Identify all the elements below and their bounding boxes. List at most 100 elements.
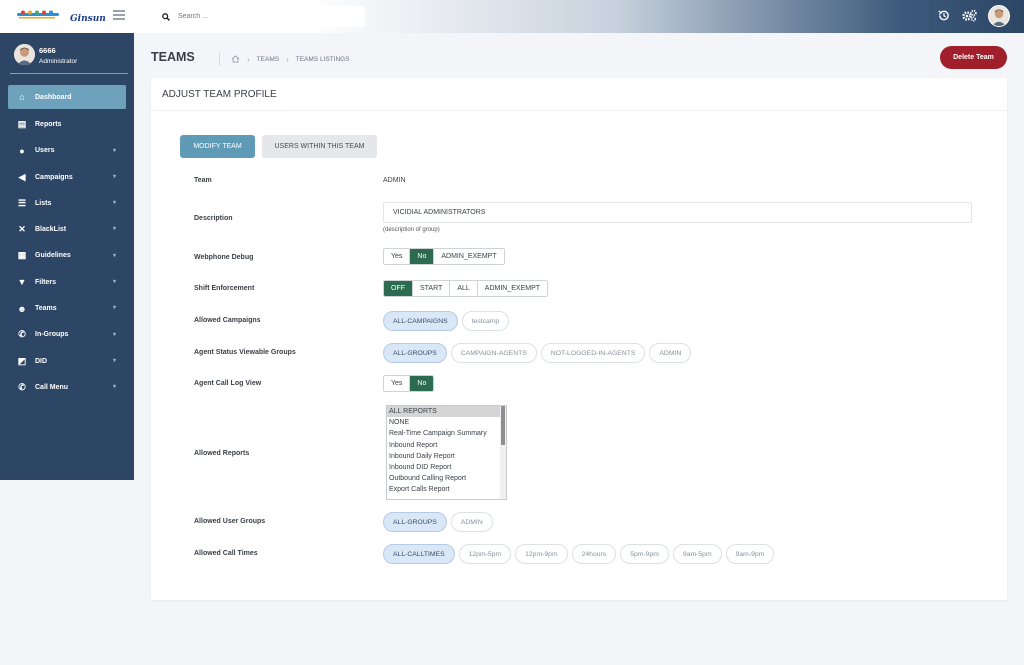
- campaign-pill-all-campaigns[interactable]: ALL-CAMPAIGNS: [383, 311, 458, 331]
- status-group-pill-all-groups[interactable]: ALL-GROUPS: [383, 343, 447, 363]
- sidebar-item-lists[interactable]: ☰ Lists ▾: [0, 190, 134, 216]
- phone-volume-icon: ✆: [18, 381, 26, 392]
- call-log-option-no[interactable]: No: [410, 376, 434, 391]
- search-bar[interactable]: [150, 6, 365, 27]
- call-time-pill-12pm-5pm[interactable]: 12pm-5pm: [458, 544, 512, 564]
- tab-users-within-team[interactable]: USERS WITHIN THIS TEAM: [262, 135, 377, 158]
- user-group-pill-all-groups[interactable]: ALL-GROUPS: [383, 512, 447, 532]
- call-time-pill-24hours[interactable]: 24hours: [571, 544, 617, 564]
- sidebar-item-dashboard[interactable]: ⌂ Dashboard: [8, 85, 126, 109]
- home-icon[interactable]: [231, 55, 240, 63]
- sidebar-item-campaigns[interactable]: ◀ Campaigns ▾: [0, 164, 134, 190]
- chevron-down-icon: ▾: [112, 357, 116, 364]
- user-role: Administrator: [39, 58, 78, 65]
- sidebar: 6666 Administrator ⌂ Dashboard ▤ Reports ● Us…: [0, 33, 134, 480]
- sidebar-item-blacklist[interactable]: ✕ BlackList ▾: [0, 216, 134, 242]
- history-icon[interactable]: [936, 9, 950, 23]
- description-field[interactable]: [383, 202, 972, 223]
- delete-team-button[interactable]: Delete Team: [940, 46, 1007, 69]
- report-option[interactable]: NONE: [387, 417, 500, 428]
- sidebar-item-label: Filters: [35, 278, 57, 286]
- sidebar-item-did[interactable]: ◩ DID ▾: [0, 348, 134, 374]
- status-group-pill-admin[interactable]: ADMIN: [649, 343, 692, 363]
- chevron-down-icon: ▾: [112, 384, 116, 391]
- chevron-down-icon: ▾: [112, 147, 116, 154]
- allowed-reports-label: Allowed Reports: [194, 450, 250, 457]
- breadcrumb-teams[interactable]: TEAMS: [257, 56, 279, 63]
- phone-slash-icon: ✕: [18, 224, 26, 235]
- webphone-debug-label: Webphone Debug: [194, 254, 254, 261]
- agent-status-groups-label: Agent Status Viewable Groups: [194, 349, 296, 356]
- sidebar-menu: ⌂ Dashboard ▤ Reports ● Users ▾ ◀ Campaigns ▾ ☰ Lis…: [0, 85, 134, 401]
- search-icon: [162, 12, 170, 21]
- megaphone-icon: ◀: [18, 171, 26, 182]
- top-bar: Ginsun: [0, 0, 1024, 33]
- call-time-pill-5pm-9pm[interactable]: 5pm-9pm: [620, 544, 669, 564]
- team-value: ADMIN: [383, 177, 406, 184]
- report-option[interactable]: ALL REPORTS: [387, 406, 500, 418]
- shift-enforcement-option-off[interactable]: OFF: [384, 281, 413, 296]
- user-name: 6666: [39, 46, 56, 55]
- chevron-down-icon: ▾: [112, 226, 116, 233]
- user-group-pill-admin[interactable]: ADMIN: [450, 512, 493, 532]
- report-option[interactable]: Inbound Report: [387, 440, 500, 451]
- webphone-debug-option-admin-exempt[interactable]: ADMIN_EXEMPT: [434, 249, 504, 264]
- users-icon: ☻: [17, 303, 27, 314]
- allowed-call-times-label: Allowed Call Times: [194, 550, 258, 557]
- divider: [151, 110, 1007, 111]
- user-avatar-top[interactable]: [988, 5, 1010, 27]
- scrollbar-thumb[interactable]: [501, 406, 505, 445]
- webphone-debug-option-no[interactable]: No: [410, 249, 435, 264]
- sidebar-item-label: BlackList: [35, 226, 67, 234]
- allowed-campaigns-pills: ALL-CAMPAIGNS testcamp: [383, 311, 510, 331]
- shift-enforcement-option-all[interactable]: ALL: [450, 281, 478, 296]
- search-input[interactable]: [178, 13, 348, 20]
- webphone-debug-toggle: Yes No ADMIN_EXEMPT: [383, 248, 505, 265]
- sidebar-item-label: In-Groups: [35, 331, 69, 339]
- chevron-right-icon: ›: [247, 54, 250, 64]
- report-option[interactable]: Real-Time Campaign Summary: [387, 428, 500, 439]
- hamburger-menu-icon[interactable]: [113, 10, 125, 20]
- call-log-option-yes[interactable]: Yes: [384, 376, 411, 391]
- report-option[interactable]: Inbound DID Report: [387, 462, 500, 473]
- sidebar-item-label: Reports: [35, 120, 62, 128]
- tab-modify-team[interactable]: MODIFY TEAM: [180, 135, 255, 158]
- call-time-pill-9am-9pm[interactable]: 9am-9pm: [725, 544, 775, 564]
- report-option[interactable]: Export Calls Report: [387, 484, 500, 495]
- sidebar-item-users[interactable]: ● Users ▾: [0, 138, 134, 164]
- call-time-pill-all-calltimes[interactable]: ALL-CALLTIMES: [383, 544, 455, 564]
- listbox-scrollbar[interactable]: [500, 406, 506, 499]
- agent-call-log-toggle: Yes No: [383, 375, 435, 392]
- sidebar-item-label: Lists: [35, 199, 52, 207]
- agent-status-groups-pills: ALL-GROUPS CAMPAIGN-AGENTS NOT-LOGGED-IN-A…: [383, 343, 692, 363]
- breadcrumb: › TEAMS › TEAMS LISTINGS: [219, 52, 350, 66]
- report-option[interactable]: Outbound Calling Report: [387, 473, 500, 484]
- webphone-debug-option-yes[interactable]: Yes: [384, 249, 411, 264]
- chevron-down-icon: ▾: [112, 305, 116, 312]
- sidebar-item-reports[interactable]: ▤ Reports: [0, 111, 134, 137]
- user-profile[interactable]: 6666 Administrator: [10, 42, 128, 74]
- sidebar-item-guidelines[interactable]: ▦ Guidelines ▾: [0, 243, 134, 269]
- chevron-down-icon: ▾: [112, 200, 116, 207]
- team-profile-card: ADJUST TEAM PROFILE MODIFY TEAM USERS WI…: [151, 78, 1007, 600]
- brand-logo-text: Ginsun: [70, 14, 106, 24]
- call-time-pill-12pm-9pm[interactable]: 12pm-9pm: [515, 544, 568, 564]
- campaign-pill-testcamp[interactable]: testcamp: [461, 311, 510, 331]
- shift-enforcement-option-admin-exempt[interactable]: ADMIN_EXEMPT: [477, 281, 548, 296]
- sidebar-item-in-groups[interactable]: ✆ In-Groups ▾: [0, 322, 134, 348]
- description-hint: (description of group): [383, 227, 440, 233]
- status-group-pill-campaign-agents[interactable]: CAMPAIGN-AGENTS: [450, 343, 537, 363]
- shift-enforcement-option-start[interactable]: START: [413, 281, 451, 296]
- report-option[interactable]: Inbound Daily Report: [387, 451, 500, 462]
- call-time-pill-9am-5pm[interactable]: 9am-5pm: [672, 544, 722, 564]
- allowed-reports-listbox[interactable]: ALL REPORTS NONE Real-Time Campaign Summar…: [386, 405, 507, 500]
- allowed-user-groups-pills: ALL-GROUPS ADMIN: [383, 512, 493, 532]
- breadcrumb-teams-listings[interactable]: TEAMS LISTINGS: [296, 56, 350, 63]
- card-icon: ▦: [17, 250, 27, 261]
- sidebar-item-label: DID: [35, 357, 48, 365]
- sidebar-item-filters[interactable]: ▼ Filters ▾: [0, 269, 134, 295]
- sidebar-item-call-menu[interactable]: ✆ Call Menu ▾: [0, 374, 134, 400]
- status-group-pill-not-logged-in-agents[interactable]: NOT-LOGGED-IN-AGENTS: [540, 343, 646, 363]
- settings-gears-icon[interactable]: [962, 9, 977, 23]
- sidebar-item-teams[interactable]: ☻ Teams ▾: [0, 295, 134, 321]
